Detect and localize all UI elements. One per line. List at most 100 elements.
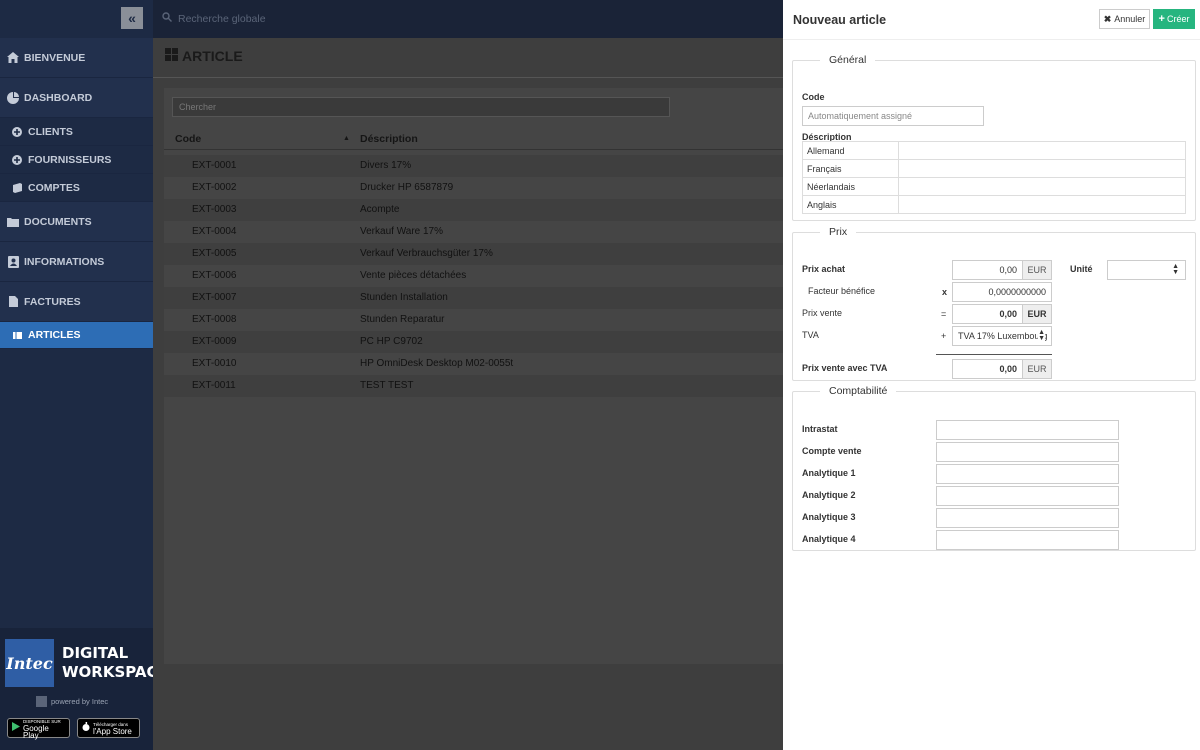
table-row[interactable]: EXT-0003 Acompte <box>164 199 783 221</box>
description-neerlandais-input[interactable] <box>898 177 1186 196</box>
general-section: Général Code Automatiquement assigné Dés… <box>792 54 1196 221</box>
unit-select[interactable]: ▲ ▼ <box>1107 260 1186 280</box>
sales-account-label: Compte vente <box>802 446 862 456</box>
analytic-3-input[interactable] <box>936 508 1119 528</box>
purchase-price-label: Prix achat <box>802 264 846 274</box>
page-title: ARTICLE <box>165 48 243 64</box>
sidebar-item-documents[interactable]: DOCUMENTS <box>0 202 153 242</box>
create-button[interactable]: + Créer <box>1153 9 1195 29</box>
title-divider <box>153 77 783 78</box>
table-row[interactable]: EXT-0007 Stunden Installation <box>164 287 783 309</box>
description-anglais-input[interactable] <box>898 195 1186 214</box>
table-row[interactable]: EXT-0004 Verkauf Ware 17% <box>164 221 783 243</box>
table-row[interactable]: EXT-0001 Divers 17% <box>164 155 783 177</box>
language-row: Néerlandais <box>802 177 1186 196</box>
sale-price-vat-input[interactable]: 0,00 <box>952 359 1023 379</box>
sidebar-item-informations[interactable]: INFORMATIONS <box>0 242 153 282</box>
unit-label: Unité <box>1070 264 1093 274</box>
drawer-header-divider <box>783 39 1200 40</box>
close-icon: ✖ <box>1103 13 1112 24</box>
description-language-table: Allemand Français Néerlandais Anglais <box>802 141 1186 214</box>
total-divider <box>936 354 1052 355</box>
brand-block: Intec DIGITAL WORKSPACE powered by Intec… <box>0 628 168 750</box>
table-row[interactable]: EXT-0010 HP OmniDesk Desktop M02-0055t <box>164 353 783 375</box>
search-icon <box>162 12 172 25</box>
analytic-3-label: Analytique 3 <box>802 512 856 522</box>
sidebar-item-dashboard[interactable]: DASHBOARD <box>0 78 153 118</box>
sale-price-input[interactable]: 0,00 <box>952 304 1023 324</box>
language-row: Anglais <box>802 195 1186 214</box>
file-icon <box>7 296 19 307</box>
circle-plus-icon <box>11 126 23 137</box>
grid-icon <box>165 48 178 64</box>
select-arrows-icon: ▲ ▼ <box>1038 329 1045 342</box>
cancel-button[interactable]: ✖ Annuler <box>1099 9 1150 29</box>
column-header-code[interactable]: Code <box>175 133 201 145</box>
description-francais-input[interactable] <box>898 159 1186 178</box>
analytic-2-input[interactable] <box>936 486 1119 506</box>
table-row[interactable]: EXT-0005 Verkauf Verbrauchsgüter 17% <box>164 243 783 265</box>
table-row[interactable]: EXT-0008 Stunden Reparatur <box>164 309 783 331</box>
vat-select[interactable]: TVA 17% Luxembourg ▲ ▼ <box>952 326 1052 346</box>
code-label: Code <box>802 92 825 102</box>
plus-sign: + <box>941 331 947 341</box>
circle-plus-icon <box>11 154 23 165</box>
table-row[interactable]: EXT-0009 PC HP C9702 <box>164 331 783 353</box>
sidebar-nav: BIENVENUE DASHBOARD CLIENTS FOURNISSEURS… <box>0 38 153 349</box>
code-input[interactable]: Automatiquement assigné <box>802 106 984 126</box>
article-search-input[interactable]: Chercher <box>172 97 670 117</box>
pie-chart-icon <box>7 91 19 104</box>
accounting-section: Comptabilité Intrastat Compte vente Anal… <box>792 385 1196 551</box>
profit-factor-input[interactable]: 0,0000000000 <box>952 282 1052 302</box>
sidebar-item-clients[interactable]: CLIENTS <box>0 118 153 146</box>
multiply-sign: x <box>942 287 948 297</box>
column-header-description[interactable]: Déscription <box>360 133 418 145</box>
global-search-input[interactable]: Recherche globale <box>162 12 266 25</box>
sale-price-vat-label: Prix vente avec TVA <box>802 363 888 373</box>
language-row: Français <box>802 159 1186 178</box>
analytic-4-input[interactable] <box>936 530 1119 550</box>
intec-small-logo-icon <box>36 696 47 707</box>
sidebar-item-comptes[interactable]: COMPTES <box>0 174 153 202</box>
home-icon <box>7 52 19 63</box>
table-body: EXT-0001 Divers 17% EXT-0002 Drucker HP 65… <box>164 155 783 397</box>
purchase-price-input[interactable]: 0,00 <box>952 260 1023 280</box>
analytic-1-label: Analytique 1 <box>802 468 856 478</box>
powered-by: powered by Intec <box>36 696 108 707</box>
drawer-title: Nouveau article <box>793 13 887 27</box>
app-store-button[interactable]: Télécharger dans l'App Store <box>77 718 140 738</box>
folder-icon <box>7 217 19 227</box>
sales-account-input[interactable] <box>936 442 1119 462</box>
analytic-2-label: Analytique 2 <box>802 490 856 500</box>
sidebar-item-bienvenue[interactable]: BIENVENUE <box>0 38 153 78</box>
vat-label: TVA <box>802 330 819 340</box>
intec-logo: Intec <box>5 639 54 687</box>
sort-asc-icon[interactable]: ▲ <box>343 135 350 142</box>
table-row[interactable]: EXT-0002 Drucker HP 6587879 <box>164 177 783 199</box>
collapse-sidebar-button[interactable]: « <box>121 7 143 29</box>
currency-addon: EUR <box>1022 304 1052 324</box>
sidebar-item-fournisseurs[interactable]: FOURNISSEURS <box>0 146 153 174</box>
sidebar-item-articles[interactable]: ARTICLES <box>0 322 153 349</box>
intrastat-label: Intrastat <box>802 424 838 434</box>
plus-icon: + <box>1158 13 1165 25</box>
description-allemand-input[interactable] <box>898 141 1186 160</box>
sidebar: « BIENVENUE DASHBOARD CLIENTS FOURNISSEU… <box>0 0 168 750</box>
new-article-drawer: Nouveau article ✖ Annuler + Créer Généra… <box>783 0 1200 750</box>
apple-icon <box>82 722 90 734</box>
equals-sign: = <box>941 309 947 319</box>
intrastat-input[interactable] <box>936 420 1119 440</box>
brand-name: DIGITAL WORKSPACE <box>62 644 168 681</box>
language-label: Français <box>802 159 899 178</box>
price-legend: Prix <box>829 226 848 238</box>
analytic-1-input[interactable] <box>936 464 1119 484</box>
language-label: Néerlandais <box>802 177 899 196</box>
table-row[interactable]: EXT-0006 Vente pièces détachées <box>164 265 783 287</box>
currency-addon: EUR <box>1022 260 1052 280</box>
language-label: Allemand <box>802 141 899 160</box>
analytic-4-label: Analytique 4 <box>802 534 856 544</box>
table-row[interactable]: EXT-0011 TEST TEST <box>164 375 783 397</box>
sidebar-item-factures[interactable]: FACTURES <box>0 282 153 322</box>
language-label: Anglais <box>802 195 899 214</box>
google-play-button[interactable]: DISPONIBLE SUR Google Play <box>7 718 70 739</box>
